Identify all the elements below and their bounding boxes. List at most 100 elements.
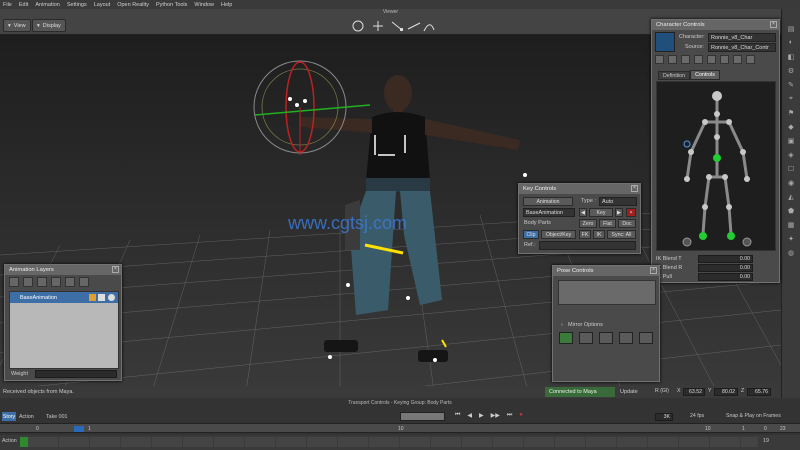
tool-icon[interactable]: ◍ [785,249,797,259]
tool-icon[interactable] [668,55,677,64]
weight-field[interactable] [35,370,117,378]
close-icon[interactable]: × [112,266,119,273]
close-icon[interactable]: × [770,21,777,28]
snap-select[interactable]: Snap & Play on Frames [726,413,786,421]
y-value[interactable]: 80.02 [714,388,738,396]
menu-window[interactable]: Window [194,2,214,8]
fk-button[interactable]: FK [579,230,591,239]
ref-field[interactable] [539,241,636,250]
pose-tool-icon[interactable] [579,332,593,344]
tool-icon[interactable]: ✎ [785,81,797,91]
zoom-field[interactable]: 3K [655,413,673,421]
pose-tool-icon[interactable] [619,332,633,344]
menu-python-tools[interactable]: Python Tools [156,2,187,8]
pin-icon[interactable] [742,237,752,247]
tab-definition[interactable]: Definition [658,71,690,80]
type-select[interactable]: Auto [599,197,637,206]
tool-icon[interactable]: ⚑ [785,109,797,119]
left-foot-effector[interactable] [699,232,707,240]
view-menu-button[interactable]: ▾ View [3,19,31,32]
delete-pose-icon[interactable] [639,332,653,344]
tool-icon[interactable]: ◆ [785,123,797,133]
tool-icon[interactable]: ◧ [785,53,797,63]
layer-tool-icon[interactable] [65,277,75,287]
take-select[interactable]: Take 001 [46,412,96,421]
tool-icon[interactable]: ⚙ [785,67,797,77]
delete-key-icon[interactable]: × [626,208,636,217]
layer-select[interactable]: BaseAnimation [523,208,575,217]
action-tab[interactable]: Action [19,412,41,421]
menu-help[interactable]: Help [221,2,232,8]
pin-icon[interactable] [682,237,692,247]
rotation-gizmo[interactable] [253,60,371,155]
story-tab[interactable]: Story [2,412,16,421]
tool-icon[interactable]: ⬟ [785,207,797,217]
x-value[interactable]: 63.52 [683,388,705,396]
ik-pull-value[interactable]: 0.00 [698,272,753,281]
close-icon[interactable]: × [631,185,638,192]
tool-icon[interactable]: ☐ [785,165,797,175]
record-icon[interactable]: ● [519,412,523,421]
tool-icon[interactable]: ▤ [785,25,797,35]
tool-icon[interactable] [746,55,755,64]
display-menu-button[interactable]: ▾ Display [32,19,66,32]
update-button[interactable]: Update [620,387,644,397]
tool-icon[interactable]: ▦ [785,221,797,231]
action-timeline[interactable] [28,437,758,447]
tool-icon[interactable]: ◉ [785,179,797,189]
tool-icon[interactable] [733,55,742,64]
flat-button[interactable]: Flat [599,219,616,228]
layer-tool-icon[interactable] [23,277,33,287]
menu-animation[interactable]: Animation [35,2,59,8]
menu-open-reality[interactable]: Open Reality [117,2,149,8]
tool-icon[interactable]: ✦ [785,235,797,245]
menu-settings[interactable]: Settings [67,2,87,8]
layer-row-base[interactable]: BaseAnimation [10,292,118,303]
action-track[interactable]: Action 19 [0,435,800,450]
layer-visibility-icon[interactable] [98,294,105,301]
right-foot-effector[interactable] [727,232,735,240]
tool-icon[interactable]: ◐ [785,39,797,49]
apply-pose-icon[interactable] [559,332,573,344]
menu-file[interactable]: File [3,2,12,8]
prev-frame-icon[interactable]: ◀ [467,412,472,421]
tool-icon[interactable]: ▣ [785,137,797,147]
transform-tool-icon[interactable] [407,22,421,30]
z-value[interactable]: 65.76 [747,388,771,396]
animation-button[interactable]: Animation [523,197,573,206]
current-frame-marker[interactable] [74,426,84,432]
scale-tool-icon[interactable] [391,21,403,31]
tool-icon[interactable] [681,55,690,64]
hips-effector[interactable] [713,154,721,162]
fps-select[interactable]: 24 fps [690,413,722,421]
tool-icon[interactable]: ⌖ [785,95,797,105]
add-layer-icon[interactable] [9,277,19,287]
sync-button[interactable]: Sync: All [607,230,636,239]
ik-blend-r-value[interactable]: 0.00 [698,263,753,272]
curve-tool-icon[interactable] [423,24,435,32]
tool-icon[interactable]: ◭ [785,193,797,203]
selected-effector[interactable] [683,140,691,148]
layer-tool-icon[interactable] [37,277,47,287]
tool-icon[interactable] [720,55,729,64]
clip-marker[interactable] [20,437,28,447]
next-key-icon[interactable]: ▶ [615,208,623,217]
skeleton-view[interactable] [656,81,776,251]
menu-layout[interactable]: Layout [94,2,111,8]
tool-icon[interactable] [707,55,716,64]
playback-slider[interactable] [400,412,445,421]
layer-active-icon[interactable] [89,294,96,301]
ik-button[interactable]: IK [593,230,605,239]
key-button[interactable]: Key [589,208,613,217]
go-start-icon[interactable]: ⏮ [455,412,460,421]
next-frame-icon[interactable]: ▶▶ [491,412,500,421]
layer-lock-icon[interactable] [108,294,115,301]
chevron-right-icon[interactable]: › [561,322,563,328]
layer-list[interactable]: BaseAnimation [9,291,119,369]
tool-icon[interactable] [694,55,703,64]
layer-tool-icon[interactable] [51,277,61,287]
pose-thumbnail-area[interactable] [558,280,656,305]
rotate-tool-icon[interactable] [352,20,364,32]
source-select[interactable]: Ronnie_v8_Char_Contr [708,43,776,52]
pose-tool-icon[interactable] [599,332,613,344]
